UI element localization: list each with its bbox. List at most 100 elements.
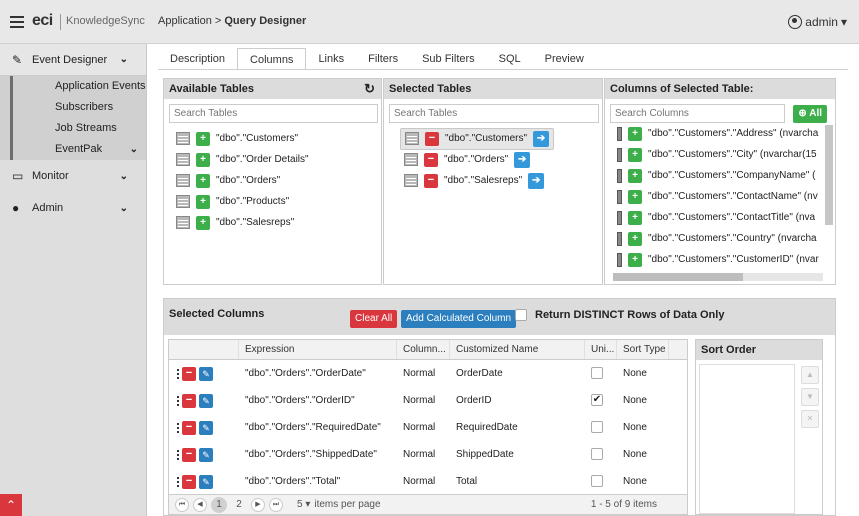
clear-all-button[interactable]: Clear All bbox=[350, 310, 398, 328]
remove-icon[interactable]: − bbox=[182, 474, 196, 489]
sidebar-item-admin[interactable]: ● Admin ⌄ bbox=[0, 192, 146, 224]
user-menu[interactable]: admin ▾ bbox=[788, 15, 847, 29]
arrow-right-icon[interactable]: ➔ bbox=[514, 151, 531, 168]
add-icon[interactable]: + bbox=[628, 147, 642, 162]
header-expression[interactable]: Expression bbox=[239, 340, 397, 359]
sidebar-item-event-designer[interactable]: ✎ Event Designer ⌄ bbox=[0, 44, 146, 76]
page-number[interactable]: 2 bbox=[231, 497, 247, 513]
drag-handle-icon[interactable] bbox=[177, 422, 179, 433]
search-selected-tables-input[interactable] bbox=[389, 104, 599, 123]
vertical-scrollbar[interactable] bbox=[825, 125, 833, 225]
tab-description[interactable]: Description bbox=[158, 48, 237, 70]
edit-icon[interactable]: ✎ bbox=[199, 447, 213, 462]
distinct-checkbox[interactable] bbox=[515, 309, 527, 321]
cell-sort-type[interactable]: None bbox=[617, 414, 669, 441]
cell-sort-type[interactable]: None bbox=[617, 360, 669, 387]
header-unique[interactable]: Uni... bbox=[585, 340, 617, 359]
hamburger-menu-icon[interactable] bbox=[10, 16, 24, 28]
edit-icon[interactable]: ✎ bbox=[199, 393, 213, 408]
last-page-icon[interactable]: ⏭ bbox=[269, 497, 283, 512]
sidebar-item-subscribers[interactable]: Subscribers bbox=[10, 97, 146, 118]
column-icon bbox=[617, 231, 622, 246]
remove-icon[interactable]: − bbox=[424, 152, 438, 167]
unique-checkbox[interactable] bbox=[591, 367, 603, 380]
unique-checkbox[interactable] bbox=[591, 421, 603, 434]
list-item: + "dbo"."Customers"."City" (nvarchar(15 bbox=[605, 144, 825, 165]
header-customized-name[interactable]: Customized Name bbox=[450, 340, 585, 359]
drag-handle-icon[interactable] bbox=[177, 476, 179, 487]
edit-icon[interactable]: ✎ bbox=[199, 474, 213, 489]
remove-icon[interactable]: − bbox=[182, 420, 196, 435]
remove-icon[interactable]: − bbox=[182, 366, 196, 381]
add-icon[interactable]: + bbox=[196, 173, 210, 188]
add-icon[interactable]: + bbox=[628, 189, 642, 204]
add-all-button[interactable]: ⊕ All bbox=[793, 105, 827, 123]
cell-sort-type[interactable]: None bbox=[617, 387, 669, 414]
remove-icon[interactable]: − bbox=[182, 393, 196, 408]
cell-sort-type[interactable]: None bbox=[617, 441, 669, 468]
remove-icon[interactable]: − bbox=[182, 447, 196, 462]
move-up-button[interactable]: ▲ bbox=[801, 366, 819, 384]
add-icon[interactable]: + bbox=[628, 210, 642, 225]
column-name: "dbo"."Customers"."ContactName" (nv bbox=[648, 191, 818, 202]
sidebar-item-label: EventPak bbox=[55, 143, 103, 155]
refresh-icon[interactable]: ↻ bbox=[364, 79, 375, 99]
next-page-icon[interactable]: ▶ bbox=[251, 497, 265, 512]
tab-sql[interactable]: SQL bbox=[487, 48, 533, 70]
unique-checkbox[interactable] bbox=[591, 448, 603, 461]
tab-links[interactable]: Links bbox=[306, 48, 356, 70]
selected-table-row[interactable]: − "dbo"."Customers" ➔ bbox=[400, 127, 555, 150]
page-size-select[interactable]: 5 ▾ bbox=[297, 499, 310, 510]
add-calculated-column-button[interactable]: Add Calculated Column bbox=[401, 310, 517, 328]
list-item[interactable]: − "dbo"."Customers" ➔ bbox=[384, 127, 602, 150]
arrow-right-icon[interactable]: ➔ bbox=[533, 130, 550, 147]
unique-checkbox[interactable]: ✔ bbox=[591, 394, 603, 407]
tab-filters[interactable]: Filters bbox=[356, 48, 410, 70]
breadcrumb-root[interactable]: Application bbox=[158, 15, 212, 27]
scroll-to-top-button[interactable]: ⌃ bbox=[0, 494, 22, 516]
sidebar-item-label: Event Designer bbox=[32, 53, 108, 66]
horizontal-scrollbar[interactable] bbox=[613, 273, 823, 281]
tab-preview[interactable]: Preview bbox=[533, 48, 596, 70]
scrollbar-thumb[interactable] bbox=[613, 273, 743, 281]
edit-icon[interactable]: ✎ bbox=[199, 420, 213, 435]
add-icon[interactable]: + bbox=[196, 131, 210, 146]
tab-sub-filters[interactable]: Sub Filters bbox=[410, 48, 487, 70]
sidebar-item-eventpak[interactable]: EventPak ⌄ bbox=[10, 139, 146, 160]
table-icon bbox=[404, 174, 418, 187]
header-column-type[interactable]: Column... bbox=[397, 340, 450, 359]
add-icon[interactable]: + bbox=[196, 215, 210, 230]
tab-columns[interactable]: Columns bbox=[237, 48, 307, 70]
top-bar: eci KnowledgeSync Application > Query De… bbox=[0, 0, 859, 44]
first-page-icon[interactable]: ⏮ bbox=[175, 497, 189, 512]
sort-order-list[interactable] bbox=[699, 364, 795, 514]
drag-handle-icon[interactable] bbox=[177, 395, 179, 406]
prev-page-icon[interactable]: ◀ bbox=[193, 497, 207, 512]
unique-checkbox[interactable] bbox=[591, 475, 603, 488]
cell-sort-type[interactable]: None bbox=[617, 468, 669, 495]
remove-sort-button[interactable]: ✕ bbox=[801, 410, 819, 428]
column-icon bbox=[617, 126, 622, 141]
search-tables-input[interactable] bbox=[169, 104, 378, 123]
add-icon[interactable]: + bbox=[196, 152, 210, 167]
edit-icon[interactable]: ✎ bbox=[199, 366, 213, 381]
move-down-button[interactable]: ▼ bbox=[801, 388, 819, 406]
page-number[interactable]: 1 bbox=[211, 496, 227, 513]
header-sort-type[interactable]: Sort Type bbox=[617, 340, 669, 359]
remove-icon[interactable]: − bbox=[425, 131, 439, 146]
add-icon[interactable]: + bbox=[628, 252, 642, 267]
add-icon[interactable]: + bbox=[628, 168, 642, 183]
drag-handle-icon[interactable] bbox=[177, 449, 179, 460]
remove-icon[interactable]: − bbox=[424, 173, 438, 188]
header-actions bbox=[169, 340, 239, 359]
sidebar-item-job-streams[interactable]: Job Streams bbox=[10, 118, 146, 139]
arrow-right-icon[interactable]: ➔ bbox=[528, 172, 545, 189]
add-icon[interactable]: + bbox=[196, 194, 210, 209]
distinct-rows-option[interactable]: Return DISTINCT Rows of Data Only bbox=[515, 309, 724, 321]
drag-handle-icon[interactable] bbox=[177, 368, 179, 379]
search-columns-input[interactable] bbox=[610, 104, 785, 123]
sidebar-item-application-events[interactable]: Application Events bbox=[10, 76, 146, 97]
sidebar-item-monitor[interactable]: ▭ Monitor ⌄ bbox=[0, 160, 146, 192]
add-icon[interactable]: + bbox=[628, 231, 642, 246]
add-icon[interactable]: + bbox=[628, 126, 642, 141]
